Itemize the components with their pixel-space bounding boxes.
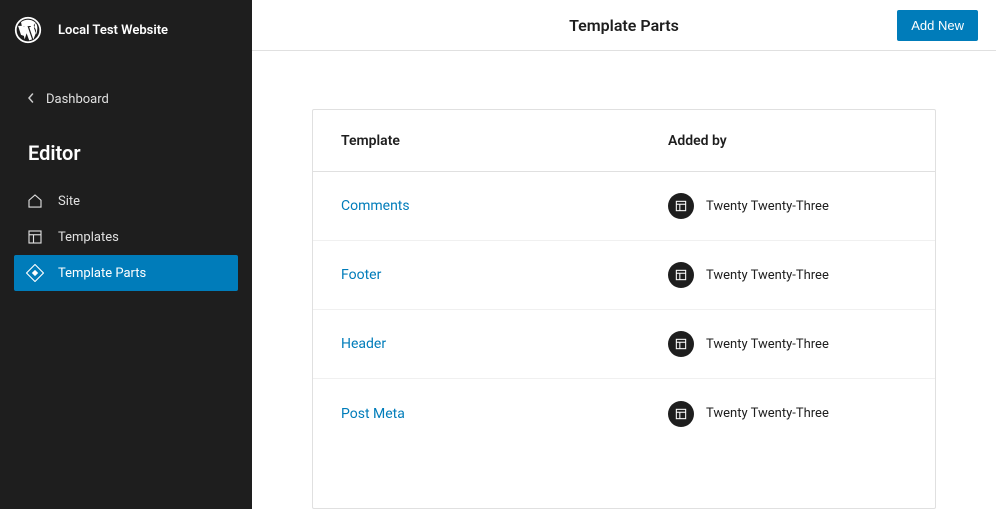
nav-label: Templates <box>58 230 119 245</box>
template-link[interactable]: Header <box>341 336 386 352</box>
theme-name: Twenty Twenty-Three <box>706 268 829 283</box>
sidebar-nav: Site Templates Template Parts <box>0 183 252 291</box>
table-row: Footer Twenty Twenty-Three <box>313 241 935 310</box>
table-row: Header Twenty Twenty-Three <box>313 310 935 379</box>
nav-item-templates[interactable]: Templates <box>14 219 238 255</box>
theme-icon <box>668 262 694 288</box>
wordpress-logo-icon <box>14 16 42 44</box>
template-link[interactable]: Comments <box>341 198 410 214</box>
theme-icon <box>668 331 694 357</box>
add-new-button[interactable]: Add New <box>897 10 978 41</box>
main: Template Parts Add New Template Added by… <box>252 0 996 509</box>
col-header-template: Template <box>341 133 668 149</box>
home-icon <box>26 192 44 210</box>
section-title: Editor <box>0 119 252 183</box>
col-header-added-by: Added by <box>668 133 907 149</box>
topbar: Template Parts Add New <box>252 0 996 51</box>
table-row: Post Meta Twenty Twenty-Three <box>313 379 935 448</box>
back-label: Dashboard <box>46 92 109 107</box>
page-title: Template Parts <box>569 16 679 35</box>
site-name: Local Test Website <box>58 23 168 38</box>
template-part-icon <box>26 264 44 282</box>
theme-name: Twenty Twenty-Three <box>706 199 829 214</box>
template-parts-table: Template Added by Comments Twenty Twenty… <box>312 109 936 509</box>
layout-icon <box>26 228 44 246</box>
table-header: Template Added by <box>313 110 935 172</box>
theme-icon <box>668 401 694 427</box>
template-link[interactable]: Footer <box>341 267 381 283</box>
sidebar: Local Test Website Dashboard Editor Site… <box>0 0 252 509</box>
content: Template Added by Comments Twenty Twenty… <box>252 51 996 509</box>
nav-item-site[interactable]: Site <box>14 183 238 219</box>
back-to-dashboard[interactable]: Dashboard <box>0 80 252 119</box>
nav-item-template-parts[interactable]: Template Parts <box>14 255 238 291</box>
table-row: Comments Twenty Twenty-Three <box>313 172 935 241</box>
chevron-left-icon <box>26 92 36 107</box>
nav-label: Site <box>58 194 80 209</box>
template-link[interactable]: Post Meta <box>341 406 405 422</box>
brand[interactable]: Local Test Website <box>0 10 252 58</box>
theme-name: Twenty Twenty-Three <box>706 406 829 421</box>
theme-icon <box>668 193 694 219</box>
theme-name: Twenty Twenty-Three <box>706 337 829 352</box>
nav-label: Template Parts <box>58 266 146 281</box>
